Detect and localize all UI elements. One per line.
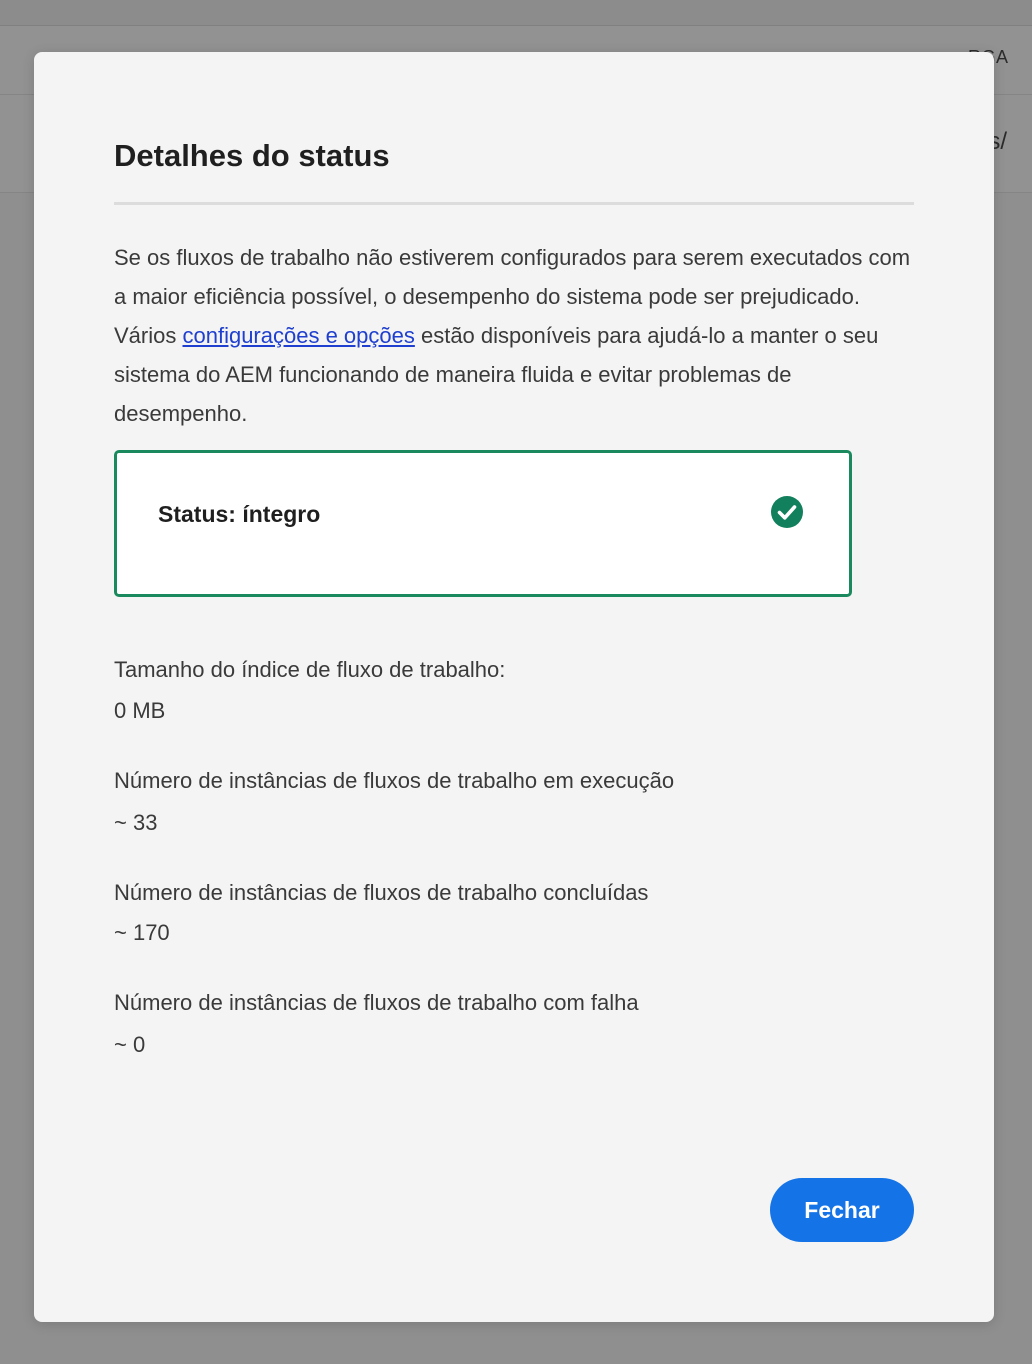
dialog-title: Detalhes do status — [114, 138, 390, 173]
metric-value-running: ~ 33 — [114, 810, 158, 835]
status-label: Status: íntegro — [158, 501, 321, 527]
metric-value-failed: ~ 0 — [114, 1032, 146, 1057]
settings-options-link[interactable]: configurações e opções — [182, 323, 414, 348]
metric-label-running: Número de instâncias de fluxos de trabal… — [114, 768, 675, 793]
metric-label-completed: Número de instâncias de fluxos de trabal… — [114, 880, 649, 905]
status-card: Status: íntegro — [114, 450, 852, 597]
check-circle-icon — [771, 496, 803, 528]
dialog-divider — [114, 202, 914, 205]
metric-label-failed: Número de instâncias de fluxos de trabal… — [114, 990, 639, 1015]
close-button[interactable]: Fechar — [770, 1178, 914, 1242]
metric-label-index-size: Tamanho do índice de fluxo de trabalho: — [114, 657, 506, 682]
dialog-description: Se os fluxos de trabalho não estiverem c… — [114, 238, 924, 433]
status-details-dialog: Detalhes do status Se os fluxos de traba… — [34, 52, 994, 1322]
background-top-bar — [0, 0, 1032, 26]
metric-value-completed: ~ 170 — [114, 920, 170, 945]
metric-value-index-size: 0 MB — [114, 698, 166, 723]
